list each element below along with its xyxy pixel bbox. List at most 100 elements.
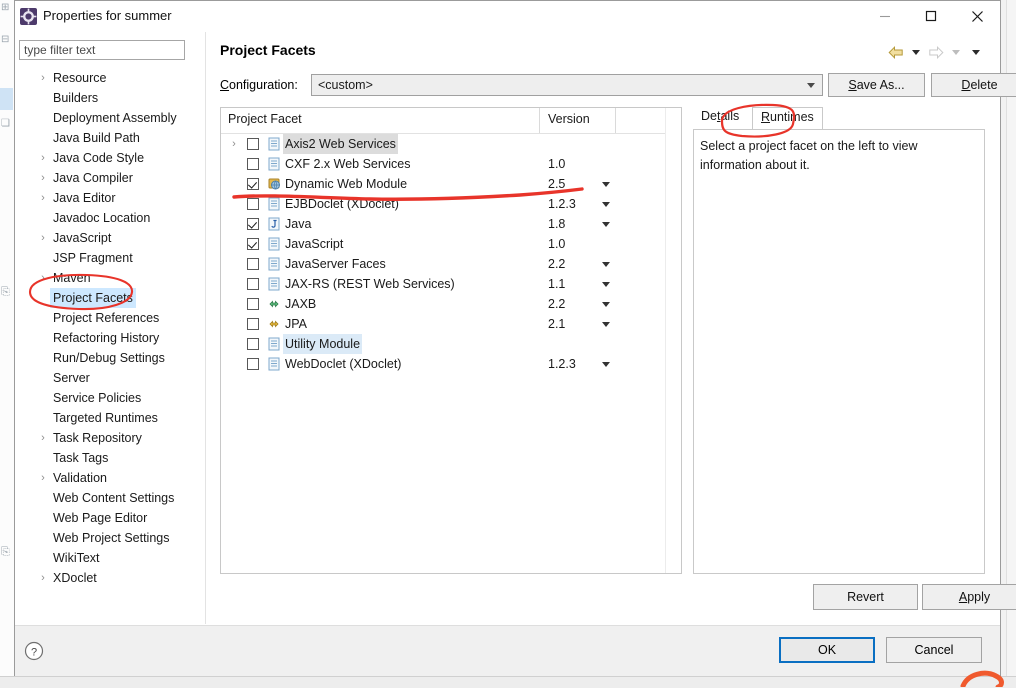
- facet-version: 1.2.3: [548, 197, 576, 211]
- facet-checkbox[interactable]: [247, 258, 259, 270]
- tab-runtimes[interactable]: Runtimes: [752, 107, 823, 130]
- chevron-right-icon[interactable]: ›: [37, 228, 49, 248]
- chevron-right-icon[interactable]: ›: [37, 268, 49, 288]
- column-header-version[interactable]: Version: [548, 112, 590, 126]
- background-glyph: ⎘: [1, 286, 10, 298]
- facet-checkbox[interactable]: [247, 238, 259, 250]
- facet-checkbox[interactable]: [247, 358, 259, 370]
- chevron-right-icon[interactable]: ›: [37, 148, 49, 168]
- sidebar-item-web-content-settings[interactable]: Web Content Settings: [15, 488, 201, 508]
- table-vertical-scrollbar[interactable]: [665, 108, 681, 573]
- column-header-project-facet[interactable]: Project Facet: [228, 112, 302, 126]
- sidebar-item-project-facets[interactable]: Project Facets: [15, 288, 201, 308]
- sidebar-item-jsp-fragment[interactable]: JSP Fragment: [15, 248, 201, 268]
- sidebar-item-java-compiler[interactable]: › Java Compiler: [15, 168, 201, 188]
- version-dropdown-icon[interactable]: [602, 302, 610, 307]
- revert-button[interactable]: Revert: [813, 584, 918, 610]
- sidebar-item-project-references[interactable]: Project References: [15, 308, 201, 328]
- table-row[interactable]: CXF 2.x Web Services 1.0: [221, 154, 681, 174]
- table-row[interactable]: JavaScript 1.0: [221, 234, 681, 254]
- version-dropdown-icon[interactable]: [602, 282, 610, 287]
- table-row[interactable]: JavaServer Faces 2.2: [221, 254, 681, 274]
- configuration-combobox[interactable]: <custom>: [311, 74, 823, 96]
- sidebar-item-builders[interactable]: Builders: [15, 88, 201, 108]
- sidebar-item-javadoc-location[interactable]: Javadoc Location: [15, 208, 201, 228]
- table-row[interactable]: › Axis2 Web Services: [221, 134, 681, 154]
- facet-checkbox[interactable]: [247, 198, 259, 210]
- column-separator[interactable]: [539, 108, 540, 133]
- version-dropdown-icon[interactable]: [602, 362, 610, 367]
- sidebar-item-label: JavaScript: [53, 231, 112, 245]
- cancel-button[interactable]: Cancel: [886, 637, 982, 663]
- ok-button-label: OK: [817, 643, 837, 657]
- jpa-icon: [267, 317, 281, 331]
- facet-checkbox[interactable]: [247, 298, 259, 310]
- delete-button[interactable]: Delete: [931, 73, 1016, 97]
- chevron-right-icon[interactable]: ›: [37, 468, 49, 488]
- close-button[interactable]: [954, 1, 1000, 31]
- document-icon: [267, 137, 281, 151]
- facet-checkbox[interactable]: [247, 318, 259, 330]
- sidebar-item-run-debug-settings[interactable]: Run/Debug Settings: [15, 348, 201, 368]
- chevron-right-icon[interactable]: ›: [228, 134, 240, 154]
- table-row[interactable]: EJBDoclet (XDoclet) 1.2.3: [221, 194, 681, 214]
- facet-checkbox[interactable]: [247, 178, 259, 190]
- facet-checkbox[interactable]: [247, 138, 259, 150]
- sidebar-item-deployment-assembly[interactable]: Deployment Assembly: [15, 108, 201, 128]
- table-row[interactable]: Utility Module: [221, 334, 681, 354]
- apply-button[interactable]: Apply: [922, 584, 1016, 610]
- table-row[interactable]: JAXB 2.2: [221, 294, 681, 314]
- table-row[interactable]: Dynamic Web Module 2.5: [221, 174, 681, 194]
- table-row[interactable]: JAX-RS (REST Web Services) 1.1: [221, 274, 681, 294]
- sidebar-item-label: Refactoring History: [53, 331, 160, 345]
- chevron-right-icon[interactable]: ›: [37, 168, 49, 188]
- sidebar-item-java-editor[interactable]: › Java Editor: [15, 188, 201, 208]
- table-row[interactable]: Java 1.8: [221, 214, 681, 234]
- sidebar-item-maven[interactable]: › Maven: [15, 268, 201, 288]
- column-separator[interactable]: [615, 108, 616, 133]
- sidebar-item-task-tags[interactable]: Task Tags: [15, 448, 201, 468]
- sidebar-item-web-page-editor[interactable]: Web Page Editor: [15, 508, 201, 528]
- sidebar-item-validation[interactable]: › Validation: [15, 468, 201, 488]
- sidebar-item-java-build-path[interactable]: Java Build Path: [15, 128, 201, 148]
- facet-checkbox[interactable]: [247, 278, 259, 290]
- project-facets-table[interactable]: Project Facet Version › Axis2 Web Servic…: [220, 107, 682, 574]
- sidebar-item-resource[interactable]: › Resource: [15, 68, 201, 88]
- view-menu-chevron-down-icon[interactable]: [967, 44, 985, 60]
- version-dropdown-icon[interactable]: [602, 202, 610, 207]
- save-as-button[interactable]: Save As...: [828, 73, 925, 97]
- facet-checkbox[interactable]: [247, 338, 259, 350]
- sidebar-item-web-project-settings[interactable]: Web Project Settings: [15, 528, 201, 548]
- maximize-button[interactable]: [908, 1, 954, 31]
- help-question-icon[interactable]: ?: [20, 637, 48, 665]
- chevron-right-icon[interactable]: ›: [37, 568, 49, 588]
- version-dropdown-icon[interactable]: [602, 222, 610, 227]
- facet-version: 1.1: [548, 277, 566, 291]
- table-row[interactable]: WebDoclet (XDoclet) 1.2.3: [221, 354, 681, 374]
- sidebar-item-task-repository[interactable]: › Task Repository: [15, 428, 201, 448]
- ok-button[interactable]: OK: [779, 637, 875, 663]
- facet-version: 2.2: [548, 257, 566, 271]
- sidebar-item-javascript[interactable]: › JavaScript: [15, 228, 201, 248]
- chevron-right-icon[interactable]: ›: [37, 188, 49, 208]
- facet-checkbox[interactable]: [247, 218, 259, 230]
- back-history-chevron-down-icon[interactable]: [907, 44, 925, 60]
- chevron-right-icon[interactable]: ›: [37, 68, 49, 88]
- filter-input[interactable]: [19, 40, 185, 60]
- minimize-button[interactable]: [862, 1, 908, 31]
- version-dropdown-icon[interactable]: [602, 182, 610, 187]
- facet-checkbox[interactable]: [247, 158, 259, 170]
- sidebar-item-server[interactable]: Server: [15, 368, 201, 388]
- chevron-right-icon[interactable]: ›: [37, 428, 49, 448]
- version-dropdown-icon[interactable]: [602, 322, 610, 327]
- sidebar-item-refactoring-history[interactable]: Refactoring History: [15, 328, 201, 348]
- table-row[interactable]: JPA 2.1: [221, 314, 681, 334]
- sidebar-item-java-code-style[interactable]: › Java Code Style: [15, 148, 201, 168]
- version-dropdown-icon[interactable]: [602, 262, 610, 267]
- sidebar-item-wikitext[interactable]: WikiText: [15, 548, 201, 568]
- sidebar-item-service-policies[interactable]: Service Policies: [15, 388, 201, 408]
- sidebar-item-targeted-runtimes[interactable]: Targeted Runtimes: [15, 408, 201, 428]
- tab-details[interactable]: Details: [693, 107, 747, 126]
- back-arrow-icon[interactable]: [887, 44, 905, 60]
- sidebar-item-xdoclet[interactable]: › XDoclet: [15, 568, 201, 588]
